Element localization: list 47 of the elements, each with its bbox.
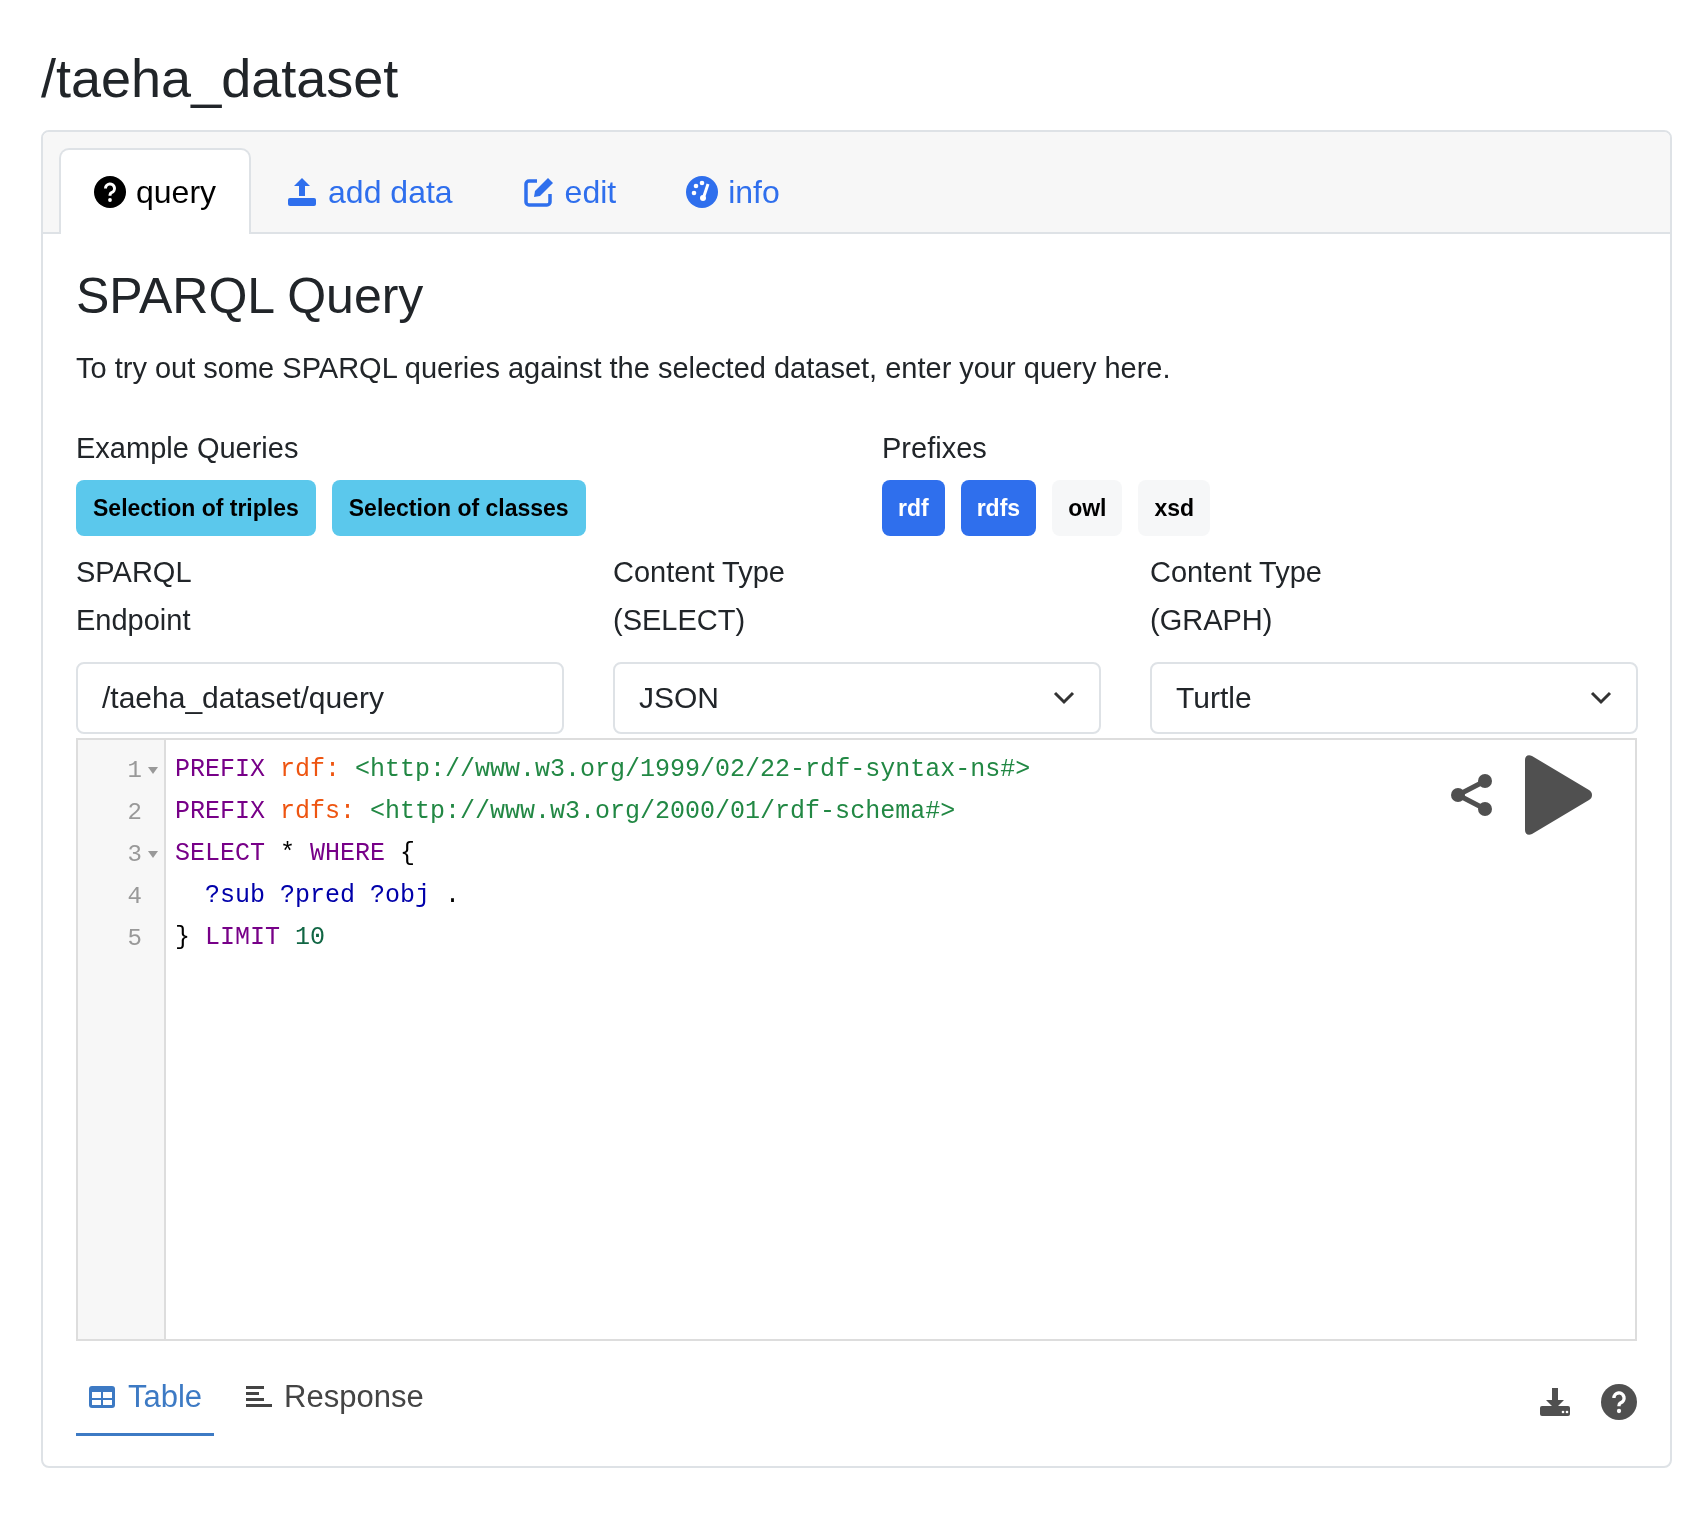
input-field[interactable]: /taeha_dataset/query: [76, 662, 564, 734]
gauge-icon: [686, 176, 719, 208]
help-icon[interactable]: [1601, 1383, 1637, 1420]
prefixes-label: Prefixes: [882, 431, 988, 466]
tab[interactable]: edit: [487, 148, 652, 234]
code-line: PREFIX rdf: <http://www.w3.org/1999/02/22-rdf-syntax-ns#>: [175, 754, 1031, 786]
chevron-down-icon: [1053, 691, 1075, 705]
edit-icon: [522, 176, 555, 208]
line-number: 5: [127, 924, 142, 952]
line-number: 4: [127, 882, 142, 910]
code-line: SELECT * WHERE {: [175, 838, 417, 870]
query-editor[interactable]: 1 2 3 4 5 PREFIX rdf: <http://www.w3.org/1999/02/22-rdf-syntax-ns#> PREFIX rdfs: <http://www.w3.org/2000/01/rdf-schema#> SELECT * WHERE { ?sub ?pred ?obj . } LIMIT 10: [76, 738, 1637, 1341]
tab[interactable]: add data: [251, 148, 488, 234]
result-tab[interactable]: Table: [76, 1367, 215, 1436]
field-label: Content Type (GRAPH): [1150, 555, 1323, 638]
example-query-button[interactable]: Selection of classes: [331, 480, 586, 536]
line-number: 3: [127, 840, 142, 868]
download-icon[interactable]: [1539, 1385, 1571, 1418]
tab[interactable]: info: [651, 148, 815, 234]
field-label: SPARQL Endpoint: [76, 555, 193, 638]
share-icon[interactable]: [1449, 772, 1495, 818]
lines-icon: [246, 1385, 273, 1409]
code-line: PREFIX rdfs: <http://www.w3.org/2000/01/rdf-schema#>: [175, 796, 957, 828]
example-queries-label: Example Queries: [76, 431, 300, 466]
code-line: ?sub ?pred ?obj .: [204, 880, 462, 912]
select-field[interactable]: JSON: [613, 662, 1101, 734]
prefix-button[interactable]: rdf: [882, 480, 945, 536]
line-number: 1: [127, 756, 142, 784]
result-tab[interactable]: Response: [234, 1367, 436, 1436]
select-field[interactable]: Turtle: [1150, 662, 1638, 734]
prefix-button[interactable]: rdfs: [960, 480, 1037, 536]
field-label: Content Type (SELECT): [613, 555, 786, 638]
tab[interactable]: query: [59, 148, 252, 234]
example-query-button[interactable]: Selection of triples: [76, 480, 316, 536]
section-heading: SPARQL Query: [76, 267, 425, 326]
prefix-button[interactable]: owl: [1052, 480, 1123, 536]
code-line: } LIMIT 10: [175, 922, 327, 954]
chevron-down-icon: [1590, 691, 1612, 705]
table-icon: [88, 1385, 116, 1409]
prefix-button[interactable]: xsd: [1138, 480, 1211, 536]
line-number: 2: [127, 798, 142, 826]
question-icon: [94, 176, 126, 208]
fold-icon[interactable]: [148, 765, 158, 775]
dataset-title: /taeha_dataset: [41, 47, 400, 110]
fold-icon[interactable]: [148, 849, 158, 859]
upload-icon: [286, 176, 319, 208]
intro-text: To try out some SPARQL queries against the selected dataset, enter your query here.: [76, 351, 1172, 386]
